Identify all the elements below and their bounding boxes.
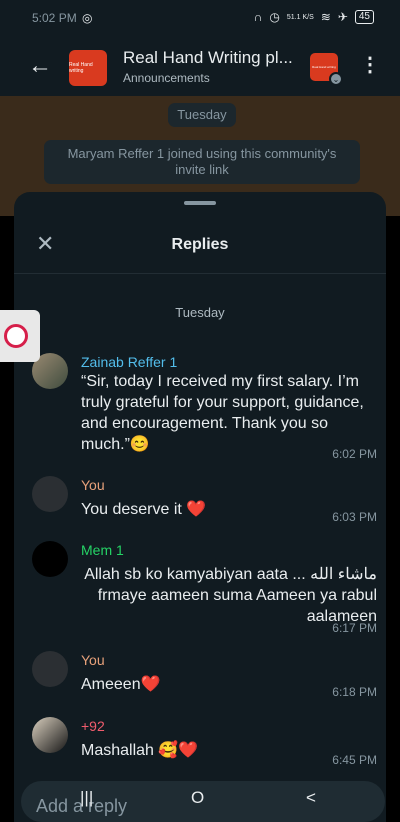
message-time: 6:17 PM [332, 621, 377, 635]
group-title[interactable]: Real Hand Writing pl... [123, 48, 293, 68]
alarm-icon: ◷ [269, 10, 280, 24]
replies-title: Replies [171, 236, 229, 253]
reply-message[interactable]: You Ameeen❤️ 6:18 PM [32, 651, 377, 701]
sender-name: Zainab Reffer 1 [81, 354, 178, 370]
network-speed: 51.1 K/S [286, 13, 314, 21]
group-avatar-text: Real Hand writing [69, 62, 93, 74]
group-avatar[interactable]: Real Hand writing [69, 50, 107, 86]
recent-apps-icon[interactable]: ||| [80, 788, 93, 808]
drag-handle[interactable] [184, 201, 216, 205]
android-navigation-bar: ||| O < [0, 788, 400, 822]
divider [14, 273, 386, 274]
message-body: Zainab Reffer 1 “Sir, today I received m… [81, 353, 377, 455]
avatar [32, 717, 68, 753]
replies-sheet: ✕ Replies Tuesday Zainab Reffer 1 “Sir, … [14, 192, 386, 822]
chevron-down-icon: ⌄ [329, 72, 343, 86]
sender-name: Mem 1 [81, 542, 124, 558]
community-icon-text: Real Hand writing [312, 65, 336, 69]
app-bar: ← Real Hand writing Real Hand Writing pl… [0, 38, 400, 96]
system-message: Maryam Reffer 1 joined using this commun… [44, 140, 360, 184]
chat-day-label: Tuesday [168, 103, 236, 127]
reply-message[interactable]: Mem 1 Allah sb ko kamyabiyan aata ... ما… [32, 541, 377, 635]
airplane-icon: ✈ [337, 10, 348, 24]
battery-icon: 45 [354, 10, 374, 24]
wifi-icon: ≋ [320, 10, 331, 24]
message-time: 6:02 PM [332, 447, 377, 461]
avatar [32, 541, 68, 577]
reply-message[interactable]: Zainab Reffer 1 “Sir, today I received m… [32, 353, 377, 463]
avatar [32, 476, 68, 512]
message-time: 6:03 PM [332, 510, 377, 524]
sender-name: +92 [81, 718, 105, 734]
avatar [32, 651, 68, 687]
replies-day-label: Tuesday [175, 305, 225, 320]
message-time: 6:18 PM [332, 685, 377, 699]
reply-message[interactable]: +92 Mashallah 🥰❤️ 6:45 PM [32, 717, 377, 767]
message-time: 6:45 PM [332, 753, 377, 767]
headphones-icon: ∩ [253, 10, 263, 24]
group-subtitle: Announcements [123, 71, 210, 85]
message-text: “Sir, today I received my first salary. … [81, 373, 364, 453]
sender-name: You [81, 652, 105, 668]
battery-level: 45 [358, 11, 370, 22]
vertical-dots-icon[interactable]: ⋮ [360, 52, 380, 77]
reply-message[interactable]: You You deserve it ❤️ 6:03 PM [32, 476, 377, 526]
profile-ring-icon [4, 324, 28, 348]
whatsapp-icon: ◎ [82, 11, 93, 25]
back-icon[interactable]: < [306, 788, 316, 808]
message-preview-thumbnail[interactable] [0, 310, 40, 362]
arrow-left-icon[interactable]: ← [28, 52, 52, 80]
message-body: Mem 1 Allah sb ko kamyabiyan aata ... ما… [81, 541, 377, 627]
community-icon[interactable]: Real Hand writing ⌄ [310, 53, 343, 86]
message-text: Allah sb ko kamyabiyan aata ... ماشاء ال… [84, 566, 377, 625]
home-icon[interactable]: O [191, 788, 204, 808]
sender-name: You [81, 477, 105, 493]
status-bar: 5:02 PM ◎ ∩ ◷ 51.1 K/S ≋ ✈ 45 [0, 0, 400, 38]
status-icons: ∩ ◷ 51.1 K/S ≋ ✈ 45 [254, 10, 374, 24]
